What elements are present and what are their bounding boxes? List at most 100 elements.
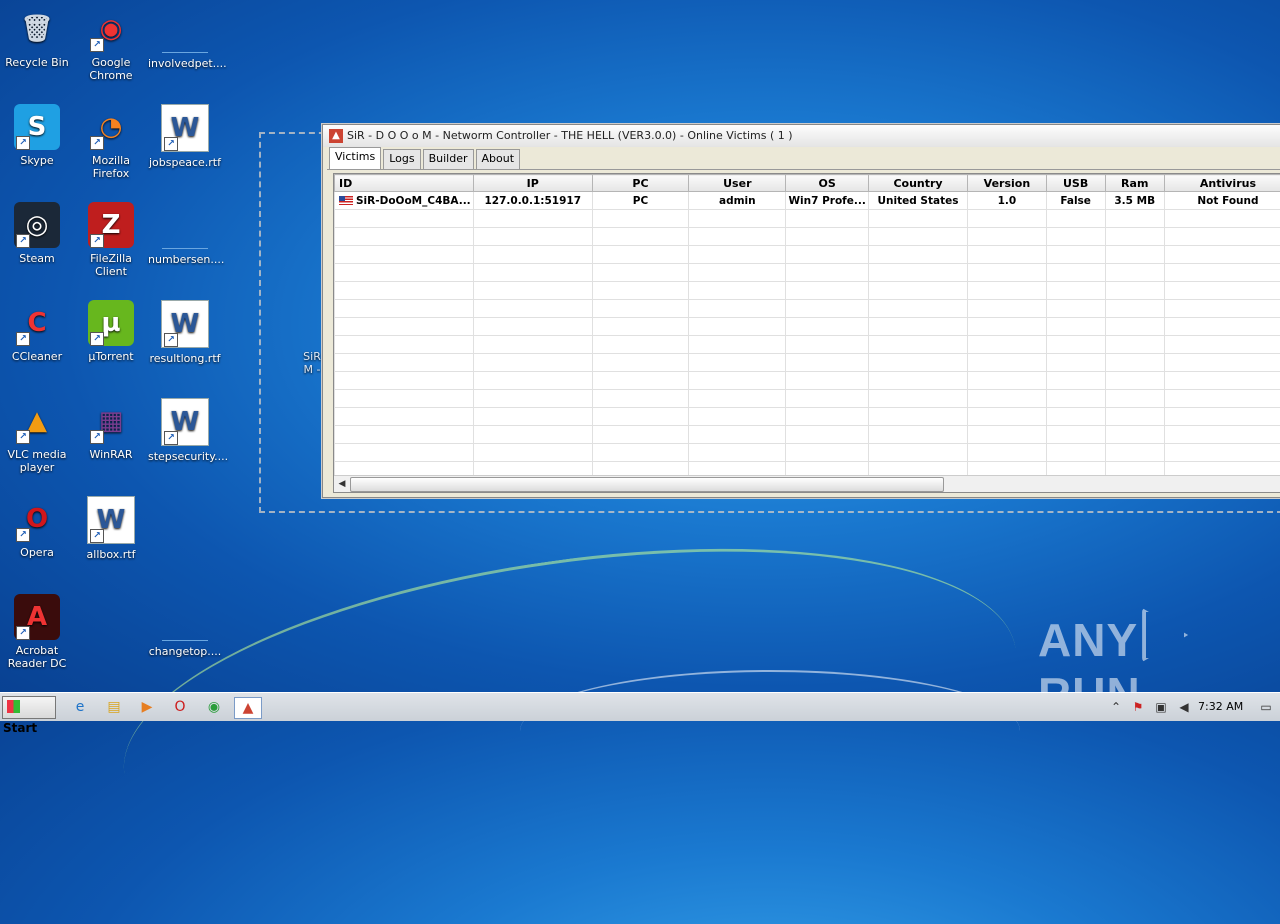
desktop-icon-vlc[interactable]: ▲↗VLC media player <box>0 398 74 474</box>
window-title: SiR - D O O o M - Networm Controller - T… <box>347 129 793 142</box>
shortcut-arrow-icon: ↗ <box>164 137 178 151</box>
cell-country <box>868 408 967 426</box>
desktop-icon-steam[interactable]: ◎↗Steam <box>0 202 74 265</box>
cell-version <box>968 354 1047 372</box>
cell-usb <box>1046 300 1105 318</box>
window-titlebar[interactable]: ▲ SiR - D O O o M - Networm Controller -… <box>323 125 1280 147</box>
desktop-icon-firefox[interactable]: ◔↗Mozilla Firefox <box>74 104 148 180</box>
show-desktop-icon[interactable]: ▭ <box>1258 699 1274 715</box>
desktop-icon-recycle-bin[interactable]: 🗑Recycle Bin <box>0 6 74 69</box>
vlc-icon: ▲↗ <box>14 398 60 444</box>
start-button[interactable]: Start <box>2 696 56 719</box>
tab-about[interactable]: About <box>476 149 521 170</box>
desktop-icon-utorrent[interactable]: µ↗µTorrent <box>74 300 148 363</box>
desktop-icon-word-doc[interactable]: W↗resultlong.rtf <box>148 300 222 365</box>
cell-antivirus <box>1164 390 1280 408</box>
scrollbar-thumb[interactable] <box>350 477 944 492</box>
cell-country <box>868 318 967 336</box>
desktop-icon-label: stepsecurity.... <box>148 450 222 463</box>
tab-builder[interactable]: Builder <box>423 149 474 170</box>
chrome-icon[interactable]: ◉ <box>204 697 224 717</box>
desktop-icon-winrar[interactable]: ▦↗WinRAR <box>74 398 148 461</box>
column-header-ip[interactable]: IP <box>473 175 592 192</box>
cell-antivirus <box>1164 426 1280 444</box>
show-hidden-icon[interactable]: ⌃ <box>1108 699 1124 715</box>
ie-icon[interactable]: e <box>70 697 90 717</box>
tab-victims[interactable]: Victims <box>329 147 381 171</box>
desktop-icon-file[interactable]: changetop.... <box>148 594 222 658</box>
desktop-icon-word-doc[interactable]: W↗stepsecurity.... <box>148 398 222 463</box>
column-header-os[interactable]: OS <box>786 175 868 192</box>
sir-doom-app-icon[interactable]: ▲ <box>234 697 262 719</box>
cell-ip <box>473 318 592 336</box>
cell-os: Win7 Profe... <box>786 192 868 210</box>
empty-table-row <box>335 228 1280 246</box>
column-header-id[interactable]: ID <box>335 175 474 192</box>
desktop-icon-word-doc[interactable]: W↗allbox.rtf <box>74 496 148 561</box>
cell-ram <box>1105 372 1164 390</box>
cell-country <box>868 264 967 282</box>
cell-ram <box>1105 408 1164 426</box>
desktop-icon-filezilla[interactable]: Z↗FileZilla Client <box>74 202 148 278</box>
cell-version <box>968 408 1047 426</box>
cell-ram <box>1105 264 1164 282</box>
taskbar: Start e ▤ ▶ O ◉ ▲ ⌃ ⚑ ▣ ◀ 7:32 AM ▭ <box>0 692 1280 721</box>
volume-icon[interactable]: ◀ <box>1176 699 1192 715</box>
cell-version <box>968 390 1047 408</box>
column-header-antivirus[interactable]: Antivirus <box>1164 175 1280 192</box>
column-header-country[interactable]: Country <box>868 175 967 192</box>
cell-id <box>335 318 474 336</box>
table-row[interactable]: SiR-DoOoM_C4BA...127.0.0.1:51917PCadminW… <box>335 192 1280 210</box>
column-header-pc[interactable]: PC <box>592 175 688 192</box>
desktop-icon-chrome[interactable]: ◉↗Google Chrome <box>74 6 148 82</box>
shortcut-arrow-icon: ↗ <box>90 234 104 248</box>
cell-country <box>868 444 967 462</box>
cell-ip <box>473 354 592 372</box>
cell-user <box>689 426 786 444</box>
shortcut-arrow-icon: ↗ <box>164 333 178 347</box>
desktop-icon-opera[interactable]: O↗Opera <box>0 496 74 559</box>
cell-os <box>786 246 868 264</box>
column-header-user[interactable]: User <box>689 175 786 192</box>
steam-icon: ◎↗ <box>14 202 60 248</box>
action-center-icon[interactable]: ⚑ <box>1130 699 1146 715</box>
word-doc-icon: W↗ <box>161 300 209 348</box>
desktop-icon-acrobat[interactable]: A↗Acrobat Reader DC <box>0 594 74 670</box>
clock[interactable]: 7:32 AM <box>1198 700 1243 713</box>
network-icon[interactable]: ▣ <box>1153 699 1169 715</box>
victims-grid[interactable]: IDIPPCUserOSCountryVersionUSBRamAntiviru… <box>333 173 1280 493</box>
cell-user <box>689 246 786 264</box>
tab-logs[interactable]: Logs <box>383 149 420 170</box>
column-header-version[interactable]: Version <box>968 175 1047 192</box>
explorer-icon[interactable]: ▤ <box>104 697 124 717</box>
column-header-ram[interactable]: Ram <box>1105 175 1164 192</box>
sir-doom-controller-window[interactable]: ▲ SiR - D O O o M - Networm Controller -… <box>322 124 1280 498</box>
cell-id <box>335 372 474 390</box>
desktop-icon-word-doc[interactable]: W↗jobspeace.rtf <box>148 104 222 169</box>
cell-id <box>335 390 474 408</box>
scroll-left-icon[interactable]: ◀ <box>335 477 349 491</box>
cell-pc <box>592 408 688 426</box>
cell-antivirus <box>1164 408 1280 426</box>
desktop-icon-ccleaner[interactable]: C↗CCleaner <box>0 300 74 363</box>
empty-table-row <box>335 246 1280 264</box>
opera-icon[interactable]: O <box>170 697 190 717</box>
shortcut-arrow-icon: ↗ <box>90 529 104 543</box>
desktop-icon-label: Acrobat Reader DC <box>0 644 74 670</box>
cell-pc <box>592 354 688 372</box>
cell-user <box>689 210 786 228</box>
cell-id <box>335 264 474 282</box>
cell-usb <box>1046 372 1105 390</box>
cell-usb <box>1046 210 1105 228</box>
cell-pc <box>592 444 688 462</box>
shortcut-arrow-icon: ↗ <box>90 332 104 346</box>
desktop-icon-file[interactable]: involvedpet.... <box>148 6 222 70</box>
column-header-usb[interactable]: USB <box>1046 175 1105 192</box>
desktop-icon-file[interactable]: numbersen.... <box>148 202 222 266</box>
desktop-icon-skype[interactable]: S↗Skype <box>0 104 74 167</box>
cell-user <box>689 408 786 426</box>
skype-icon: S↗ <box>14 104 60 150</box>
media-player-icon[interactable]: ▶ <box>137 697 157 717</box>
horizontal-scrollbar[interactable]: ◀ <box>334 475 1280 492</box>
empty-table-row <box>335 426 1280 444</box>
